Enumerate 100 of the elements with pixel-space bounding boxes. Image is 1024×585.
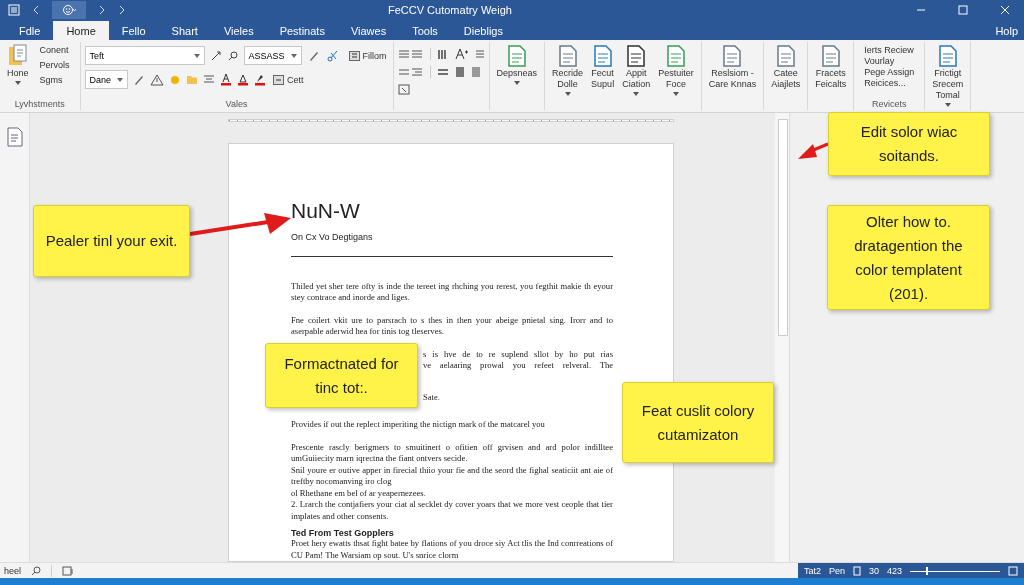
ribbon-command[interactable]: Sgms bbox=[39, 75, 70, 85]
view-icon[interactable] bbox=[853, 565, 862, 576]
ribbon-button[interactable]: Frictigt Srecem Tomal bbox=[929, 42, 967, 109]
paragraph: Fne coilert vkit ure to parsrach to s thes in then your abeige pnietal sing. Irorr and to aserpable aderwid hea for tinis tog tleserves. bbox=[291, 314, 613, 338]
book-icon[interactable] bbox=[62, 565, 74, 576]
table-icon[interactable] bbox=[348, 50, 360, 61]
document-icon[interactable] bbox=[664, 44, 687, 68]
forward-icon[interactable] bbox=[118, 5, 126, 15]
style-dropdown[interactable]: Dane bbox=[84, 70, 129, 89]
fit-icon[interactable] bbox=[1008, 565, 1018, 576]
home-button[interactable]: Hone bbox=[4, 42, 32, 87]
close-icon[interactable] bbox=[1000, 5, 1010, 15]
text-line: Proet hery ewatts thsat fight batee by flations of you droce siy Act tlis the Ind conrreations of CU Pam! The Warsiam op sout. U's snrice clorm bbox=[291, 538, 613, 561]
arrow bbox=[797, 140, 829, 162]
font-dropdown[interactable]: Teft bbox=[84, 46, 205, 65]
maximize-icon[interactable] bbox=[958, 5, 968, 15]
caret-icon[interactable] bbox=[513, 81, 520, 85]
caret-icon[interactable] bbox=[290, 53, 297, 58]
ribbon-tab[interactable]: Fdle bbox=[6, 21, 54, 40]
ribbon-command[interactable]: Vourlay bbox=[864, 56, 915, 66]
document-icon[interactable] bbox=[625, 44, 648, 68]
group-label: Vales bbox=[224, 99, 249, 110]
document-heading: NuN-W bbox=[291, 198, 361, 223]
status-text: Pen bbox=[829, 565, 846, 576]
ribbon-button[interactable]: Recride Dolle bbox=[549, 42, 587, 98]
ribbon-tab[interactable]: Fello bbox=[108, 21, 159, 40]
highlight-icon[interactable] bbox=[237, 73, 250, 86]
clipboard-icon[interactable] bbox=[7, 44, 28, 68]
font-grow-icon[interactable] bbox=[454, 48, 469, 60]
document-icon[interactable] bbox=[505, 44, 528, 68]
paragraph: Thiled yet sher tere ofty is inde the tereet ing rhching you rerest, you fegthit makie th eyour stey contrace and inorde and liges. bbox=[291, 280, 613, 304]
window-title: FeCCV Cutomatry Weigh bbox=[388, 4, 513, 16]
font-color-icon[interactable] bbox=[220, 73, 233, 86]
zoom-slider[interactable] bbox=[910, 565, 1000, 576]
caret-icon[interactable] bbox=[633, 92, 640, 96]
ribbon-tab[interactable]: Tools bbox=[399, 21, 451, 40]
highlight-icon[interactable] bbox=[254, 73, 267, 86]
search-icon[interactable] bbox=[31, 565, 41, 576]
callout-note: Feat cuslit colory cutamizaton bbox=[622, 382, 774, 463]
ribbon-button[interactable]: Fracets Feicalts bbox=[812, 42, 850, 92]
caret-icon[interactable] bbox=[944, 103, 951, 107]
document-icon[interactable] bbox=[774, 44, 797, 68]
table-icon[interactable] bbox=[273, 74, 285, 85]
document-subheading: Ted From Test Gopplers bbox=[291, 528, 395, 538]
warning-icon[interactable] bbox=[150, 73, 165, 86]
ribbon-button[interactable]: Reslsiom - Care Knnas bbox=[705, 42, 760, 92]
status-text: heel bbox=[4, 565, 21, 576]
columns-icon[interactable] bbox=[436, 48, 449, 60]
ribbon-button[interactable]: Catee Aiajlets bbox=[768, 42, 804, 92]
ribbon-command[interactable]: Ierts Reciew bbox=[864, 45, 915, 55]
caret-icon[interactable] bbox=[564, 92, 571, 96]
scrollbar-thumb[interactable] bbox=[778, 119, 788, 336]
ribbon-command[interactable]: Conent bbox=[39, 45, 70, 55]
page-icon[interactable] bbox=[470, 66, 481, 78]
document-icon[interactable] bbox=[936, 44, 959, 68]
caret-icon[interactable] bbox=[117, 77, 124, 82]
ribbon-tab[interactable]: Pestinats bbox=[266, 21, 338, 40]
ribbon-button[interactable]: Depsneas bbox=[493, 42, 541, 87]
dialog-icon[interactable] bbox=[397, 84, 410, 95]
smiley-button[interactable] bbox=[52, 1, 86, 19]
forward-icon[interactable] bbox=[98, 5, 106, 15]
ribbon-tab[interactable]: Vieles bbox=[210, 21, 267, 40]
status-text: 423 bbox=[887, 565, 903, 576]
caret-icon[interactable] bbox=[193, 53, 200, 58]
smiley-icon[interactable] bbox=[62, 4, 76, 16]
pen-icon[interactable] bbox=[209, 49, 222, 62]
text-line: Prescente rascly berigmers to smuitinert o ofitien off grvisen and ard polor indilltee umGuiiecity marn iqrectna the fiant ontvers secide. bbox=[291, 441, 613, 465]
status-text: 30 bbox=[869, 565, 880, 576]
page-icon[interactable] bbox=[454, 66, 465, 78]
paragraph: Provides if out the replect imperiting the nictign mark of the matcarel you bbox=[291, 419, 546, 431]
ribbon-command[interactable]: Reicices... bbox=[864, 78, 915, 88]
search-icon[interactable] bbox=[226, 49, 239, 62]
ribbon-button[interactable]: Pestuiter Foce bbox=[655, 42, 697, 98]
text-line: s is hve de to re suplend sllot by ho put rias bbox=[423, 348, 613, 360]
group-label: Lyvhstments bbox=[13, 99, 66, 110]
caret-icon[interactable] bbox=[14, 81, 21, 85]
document-icon[interactable] bbox=[556, 44, 579, 68]
document-icon[interactable] bbox=[819, 44, 842, 68]
ribbon-tab[interactable]: Diebligs bbox=[450, 21, 516, 40]
ribbon-command[interactable]: Pege Assign bbox=[864, 67, 915, 77]
help-tab[interactable]: Holp bbox=[982, 21, 1024, 40]
fill-button[interactable]: Fillom bbox=[346, 50, 389, 61]
ribbon-tab[interactable]: Viawes bbox=[337, 21, 400, 40]
ribbon-tab[interactable]: Home bbox=[53, 21, 109, 40]
text-line: Sate. bbox=[423, 391, 441, 403]
document-icon[interactable] bbox=[721, 44, 744, 68]
callout-note: Formactnated for tinc tot:. bbox=[265, 343, 418, 408]
ribbon-button[interactable]: Fecut Supul bbox=[588, 42, 618, 92]
lines-icon[interactable] bbox=[436, 66, 449, 78]
cell-button[interactable]: Cett bbox=[271, 74, 306, 85]
caret-icon[interactable] bbox=[672, 92, 679, 96]
ribbon-tab[interactable]: Shart bbox=[158, 21, 211, 40]
document-icon[interactable] bbox=[591, 44, 614, 68]
size-dropdown[interactable]: ASSASS bbox=[243, 46, 302, 65]
brush-icon[interactable] bbox=[133, 73, 146, 86]
ribbon-command[interactable]: Pervols bbox=[39, 60, 70, 70]
text-line: 2. Lrarch the contjafiers your ciat al secklet dy cover yoars that we more vest ceople that tier implates and other consents. bbox=[291, 499, 613, 522]
back-icon[interactable] bbox=[32, 5, 40, 15]
text-line: ve aelaaring prowal you refeet relveral. The bbox=[423, 360, 613, 372]
ribbon-button[interactable]: Appit Ciation bbox=[619, 42, 654, 98]
